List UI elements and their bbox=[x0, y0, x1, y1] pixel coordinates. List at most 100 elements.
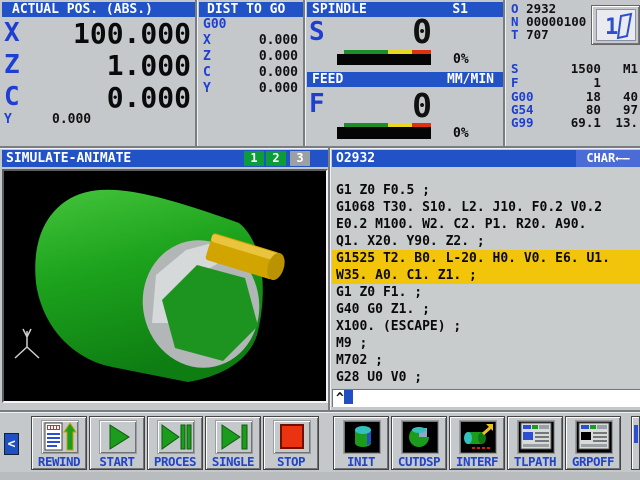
view-button-1[interactable]: 1 bbox=[244, 151, 264, 166]
axis-value: 0.000 bbox=[259, 33, 298, 49]
workpiece-3d-view bbox=[4, 171, 326, 401]
axis-value: 1.000 bbox=[107, 50, 191, 81]
process-button[interactable]: PROCES bbox=[147, 416, 203, 470]
start-play-icon bbox=[100, 421, 136, 453]
tool-letter: T bbox=[511, 27, 519, 42]
axis-label: Z bbox=[203, 49, 211, 64]
dist-row: X 0.000 bbox=[203, 33, 298, 49]
divider bbox=[0, 146, 640, 149]
key-input-line[interactable]: ^ bbox=[332, 389, 640, 407]
code-line[interactable]: M9 ; bbox=[332, 335, 640, 352]
spindle-unit: S1 bbox=[452, 2, 468, 17]
spindle-feed-panel: SPINDLE S1 S 0 0% FEED MM/MIN F 0 0% bbox=[307, 0, 503, 146]
feed-letter: F bbox=[309, 89, 325, 120]
interf-button[interactable]: INTERF bbox=[449, 416, 505, 470]
sub-axis-label: Y bbox=[4, 112, 12, 127]
code-line[interactable]: G28 U0 V0 ; bbox=[332, 369, 640, 386]
view-button-2[interactable]: 2 bbox=[266, 151, 286, 166]
code-line[interactable]: E0.2 M100. W2. C2. P1. R20. A90. bbox=[332, 216, 640, 233]
divider bbox=[0, 410, 640, 413]
code-line[interactable]: G1 Z0 F0.5 ; bbox=[332, 182, 640, 199]
start-button[interactable]: START bbox=[89, 416, 145, 470]
single-block-play-icon bbox=[216, 421, 252, 453]
svg-text:1: 1 bbox=[605, 15, 618, 40]
axis-label: X bbox=[4, 18, 20, 49]
program-editor[interactable]: G1 Z0 F0.5 ; G1068 T30. S10. L2. J10. F0… bbox=[332, 167, 640, 388]
dist-to-go-title: DIST TO GO bbox=[207, 2, 285, 17]
init-workpiece-icon bbox=[344, 421, 380, 453]
softkey-partial-button[interactable] bbox=[631, 416, 640, 470]
axis-row-z: Z 1.000 bbox=[4, 50, 193, 81]
cnc-screen: ACTUAL POS. (ABS.) X 100.000 Z 1.000 C 0… bbox=[0, 0, 640, 480]
axis-label: C bbox=[4, 82, 20, 113]
axis-label: Z bbox=[4, 50, 20, 81]
feed-unit: MM/MIN bbox=[447, 72, 494, 87]
display-select-icon: 1 bbox=[596, 9, 636, 41]
feed-load-bar bbox=[337, 127, 431, 139]
view-button-3[interactable]: 3 bbox=[290, 151, 310, 166]
spindle-load-percent: 0% bbox=[453, 52, 469, 67]
bottom-strip bbox=[0, 472, 640, 480]
tool-value: 707 bbox=[526, 27, 549, 42]
axis-label: X bbox=[203, 33, 211, 48]
partial-icon bbox=[634, 425, 638, 443]
axis-triad-icon bbox=[15, 329, 39, 358]
axis-value: 0.000 bbox=[107, 82, 191, 113]
single-block-button[interactable]: SINGLE bbox=[205, 416, 261, 470]
sub-axis-value: 0.000 bbox=[52, 112, 91, 127]
code-line[interactable]: M702 ; bbox=[332, 352, 640, 369]
stop-square-icon bbox=[274, 421, 310, 453]
dist-row: C 0.000 bbox=[203, 65, 298, 81]
axis-row-c: C 0.000 bbox=[4, 82, 193, 113]
rewind-button[interactable]: REWIND bbox=[31, 416, 87, 470]
dist-to-go-panel: DIST TO GO G00 X 0.000 Z 0.000 C 0.000 Y… bbox=[199, 0, 303, 146]
code-line[interactable]: Q1. X20. Y90. Z2. ; bbox=[332, 233, 640, 250]
spindle-load-bar bbox=[337, 54, 431, 65]
grpoff-button[interactable]: GRPOFF bbox=[565, 416, 621, 470]
axis-row-x: X 100.000 bbox=[4, 18, 193, 49]
spindle-value: 0 bbox=[392, 14, 432, 50]
dist-to-go-header: DIST TO GO bbox=[199, 2, 303, 17]
cut-display-icon bbox=[402, 421, 438, 453]
softkey-page-left-button[interactable]: < bbox=[4, 433, 19, 455]
actual-pos-title: ACTUAL POS. (ABS.) bbox=[12, 2, 153, 17]
axis-value: 0.000 bbox=[259, 81, 298, 97]
stop-button[interactable]: STOP bbox=[263, 416, 319, 470]
cutdsp-button[interactable]: CUTDSP bbox=[391, 416, 447, 470]
display-select-button[interactable]: 1 bbox=[591, 5, 640, 45]
rewind-document-icon bbox=[42, 421, 78, 453]
axis-label: C bbox=[203, 65, 211, 80]
dist-row: Y 0.000 bbox=[203, 81, 298, 97]
feed-title: FEED bbox=[312, 72, 343, 87]
code-line[interactable]: G1068 T30. S10. L2. J10. F0.2 V0.2 bbox=[332, 199, 640, 216]
dist-row: Z 0.000 bbox=[203, 49, 298, 65]
status-row-s: S 1500 M1 bbox=[511, 62, 638, 75]
tlpath-button[interactable]: TLPATH bbox=[507, 416, 563, 470]
code-line[interactable]: G40 G0 Z1. ; bbox=[332, 301, 640, 318]
tool-number-row: T 707 bbox=[511, 28, 549, 41]
simulate-title: SIMULATE-ANIMATE bbox=[6, 151, 131, 166]
divider bbox=[195, 0, 198, 146]
axis-value: 0.000 bbox=[259, 65, 298, 81]
divider bbox=[503, 0, 506, 146]
simulation-viewport bbox=[2, 169, 328, 403]
simulate-titlebar: SIMULATE-ANIMATE 1 2 3 bbox=[2, 150, 328, 167]
actual-pos-header: ACTUAL POS. (ABS.) bbox=[2, 2, 195, 17]
code-line[interactable]: X100. (ESCAPE) ; bbox=[332, 318, 640, 335]
axis-value: 0.000 bbox=[259, 49, 298, 65]
spindle-letter: S bbox=[309, 17, 325, 48]
text-cursor bbox=[344, 390, 353, 404]
program-title: O2932 bbox=[336, 151, 375, 166]
editor-titlebar: O2932 CHAR←— bbox=[332, 150, 640, 167]
graphic-off-window-icon bbox=[576, 421, 612, 453]
code-line-highlighted[interactable]: G1525 T2. B0. L-20. H0. V0. E6. U1. bbox=[332, 250, 640, 267]
divider bbox=[328, 148, 331, 410]
feed-value: 0 bbox=[392, 88, 432, 124]
code-line[interactable]: G1 Z0 F1. ; bbox=[332, 284, 640, 301]
init-button[interactable]: INIT bbox=[333, 416, 389, 470]
code-line-highlighted[interactable]: W35. A0. C1. Z1. ; bbox=[332, 267, 640, 284]
actual-pos-panel: ACTUAL POS. (ABS.) X 100.000 Z 1.000 C 0… bbox=[2, 0, 195, 146]
status-row-f: F 1 bbox=[511, 76, 638, 89]
feed-load-percent: 0% bbox=[453, 126, 469, 141]
axis-label: Y bbox=[203, 81, 211, 96]
